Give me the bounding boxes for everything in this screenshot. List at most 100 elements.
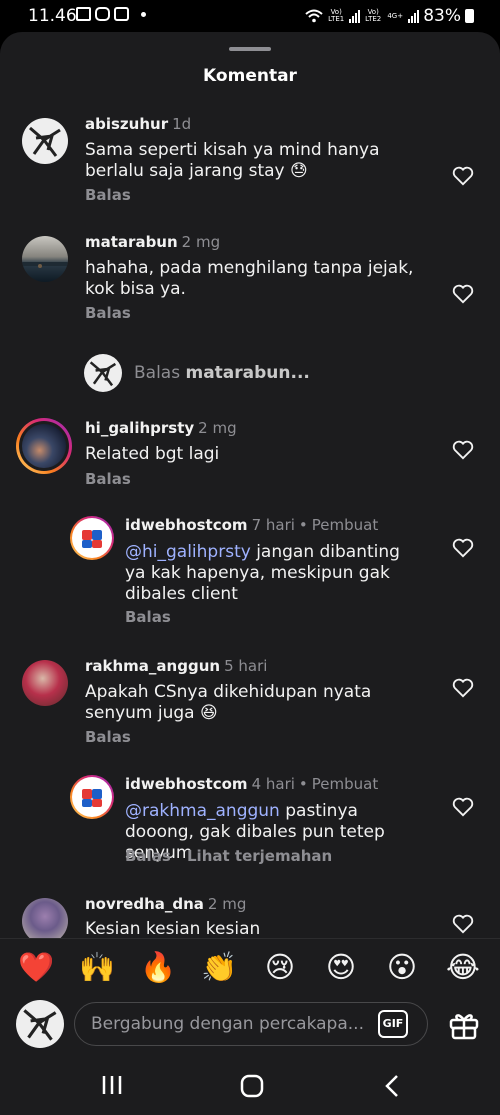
heart-icon[interactable] — [452, 914, 474, 934]
comment-time: 4 hari — [251, 775, 295, 793]
system-nav-bar — [0, 1052, 500, 1115]
emoji-cry[interactable]: 😢 — [262, 949, 298, 985]
avatar-inner — [72, 777, 112, 817]
avatar[interactable] — [70, 775, 114, 819]
battery-icon — [465, 9, 474, 23]
comment-username[interactable]: matarabun — [85, 233, 178, 251]
comment-item: abiszuhur 1d Sama seperti kisah ya mind h… — [0, 112, 500, 212]
gmail-icon — [76, 7, 91, 21]
reply-button[interactable]: Balas — [85, 186, 131, 204]
comment-input[interactable]: Bergabung dengan percakapa... — [74, 1002, 428, 1046]
comment-time: 2 mg — [181, 233, 221, 251]
emoji-clap[interactable]: 👏 — [201, 949, 237, 985]
creator-badge: Pembuat — [311, 775, 379, 793]
avatar[interactable] — [22, 236, 68, 282]
comment-username[interactable]: rakhma_anggun — [85, 657, 220, 675]
comment-text: hahaha, pada menghilang tanpa jejak, kok… — [85, 258, 414, 299]
reply-button[interactable]: Balas — [85, 470, 131, 488]
status-time: 11.46 — [28, 6, 77, 26]
status-right: Vo) LTE1 Vo) LTE2 4G+ 83% — [305, 6, 474, 26]
youtube-icon — [95, 7, 110, 21]
reply-button[interactable]: Balas — [85, 304, 131, 322]
heart-icon[interactable] — [452, 797, 474, 817]
comment-text: Related bgt lagi — [85, 444, 220, 464]
signal-icon-2 — [408, 9, 420, 23]
heart-icon[interactable] — [452, 166, 474, 186]
avatar — [84, 354, 122, 392]
emoji-heart[interactable]: ❤️ — [18, 949, 54, 985]
status-bar: 11.46 Vo) LTE1 Vo) LTE2 4G+ 83% — [0, 0, 500, 32]
comment-item: matarabun 2 mg hahaha, pada menghilang ta… — [0, 230, 500, 330]
avatar-logo-icon — [29, 126, 61, 157]
heart-icon[interactable] — [452, 538, 474, 558]
creator-badge: Pembuat — [311, 516, 379, 534]
comment-text: Sama seperti kisah ya mind hanya berlalu… — [85, 140, 380, 181]
comment-item: rakhma_anggun 5 hari Apakah CSnya dikehid… — [0, 654, 500, 754]
separator-dot: • — [298, 516, 308, 534]
emoji-raised-hands[interactable]: 🙌 — [79, 949, 115, 985]
comment-username[interactable]: hi_galihprsty — [85, 419, 194, 437]
more-notifications-icon — [141, 11, 146, 17]
home-icon[interactable] — [240, 1074, 264, 1098]
comment-username[interactable]: idwebhostcom — [125, 516, 248, 534]
gif-button[interactable]: GIF — [378, 1010, 408, 1038]
drag-handle[interactable] — [229, 47, 271, 51]
sheet-title: Komentar — [203, 66, 297, 86]
comment-text: Apakah CSnya dikehidupan nyata senyum ju… — [85, 682, 372, 723]
comment-text: @hi_galihprsty jangan dibanting ya kak h… — [125, 542, 425, 605]
emoji-laugh[interactable]: 😂 — [445, 949, 481, 985]
avatar[interactable] — [22, 660, 68, 706]
idwebhost-logo-icon — [82, 789, 102, 807]
avatar[interactable] — [70, 516, 114, 560]
comments-sheet: Komentar abiszuhur 1d Sama seperti kisah … — [0, 32, 500, 1052]
gift-icon[interactable] — [448, 1010, 480, 1040]
emoji-quick-bar: ❤️ 🙌 🔥 👏 😢 😍 😮 😂 — [0, 938, 500, 999]
comment-item: idwebhostcom 4 hari • Pembuat @rakhma_anggu… — [0, 773, 500, 873]
comment-item: idwebhostcom 7 hari • Pembuat @hi_galihprst… — [0, 514, 500, 634]
reply-prompt-prefix: Balas — [134, 363, 181, 383]
comment-time: 1d — [172, 115, 192, 133]
mention-link[interactable]: @rakhma_anggun — [125, 801, 280, 821]
comment-time: 2 mg — [207, 895, 247, 913]
avatar-logo-icon — [89, 361, 117, 387]
emoji-heart-eyes[interactable]: 😍 — [323, 949, 359, 985]
avatar[interactable] — [22, 898, 68, 938]
reply-prompt[interactable]: Balas matarabun... — [84, 354, 444, 394]
recents-icon[interactable] — [100, 1074, 124, 1096]
avatar[interactable] — [16, 418, 72, 474]
reply-button[interactable]: Balas — [125, 847, 171, 865]
reply-prompt-user: matarabun... — [185, 363, 310, 383]
comment-text: Kesian kesian kesian — [85, 919, 261, 938]
network-label-1: Vo) LTE1 — [328, 8, 345, 23]
reply-button[interactable]: Balas — [125, 608, 171, 626]
emoji-surprised[interactable]: 😮 — [384, 949, 420, 985]
wifi-icon — [305, 9, 323, 23]
comment-time: 5 hari — [224, 657, 268, 675]
mention-link[interactable]: @hi_galihprsty — [125, 542, 251, 562]
emoji-fire[interactable]: 🔥 — [140, 949, 176, 985]
back-icon[interactable] — [382, 1074, 402, 1098]
heart-icon[interactable] — [452, 440, 474, 460]
heart-icon[interactable] — [452, 284, 474, 304]
network-label-3: 4G+ — [387, 11, 404, 20]
avatar-inner — [19, 421, 69, 471]
signal-icon — [349, 9, 361, 23]
avatar — [16, 1000, 64, 1048]
gallery-icon — [114, 7, 129, 21]
comment-input-placeholder: Bergabung dengan percakapa... — [91, 1014, 364, 1034]
avatar-photo — [22, 424, 66, 468]
translate-button[interactable]: Lihat terjemahan — [187, 847, 332, 865]
idwebhost-logo-icon — [82, 530, 102, 548]
heart-icon[interactable] — [452, 678, 474, 698]
avatar[interactable] — [22, 118, 68, 164]
comment-item: hi_galihprsty 2 mg Related bgt lagi Balas — [0, 416, 500, 516]
comment-username[interactable]: novredha_dna — [85, 895, 204, 913]
separator-dot: • — [298, 775, 308, 793]
comment-username[interactable]: idwebhostcom — [125, 775, 248, 793]
avatar-photo — [22, 262, 68, 268]
status-notification-icons — [76, 7, 146, 21]
comment-username[interactable]: abiszuhur — [85, 115, 168, 133]
comment-item: novredha_dna 2 mg Kesian kesian kesian — [0, 892, 500, 938]
reply-button[interactable]: Balas — [85, 728, 131, 746]
network-label-2: Vo) LTE2 — [365, 8, 382, 23]
